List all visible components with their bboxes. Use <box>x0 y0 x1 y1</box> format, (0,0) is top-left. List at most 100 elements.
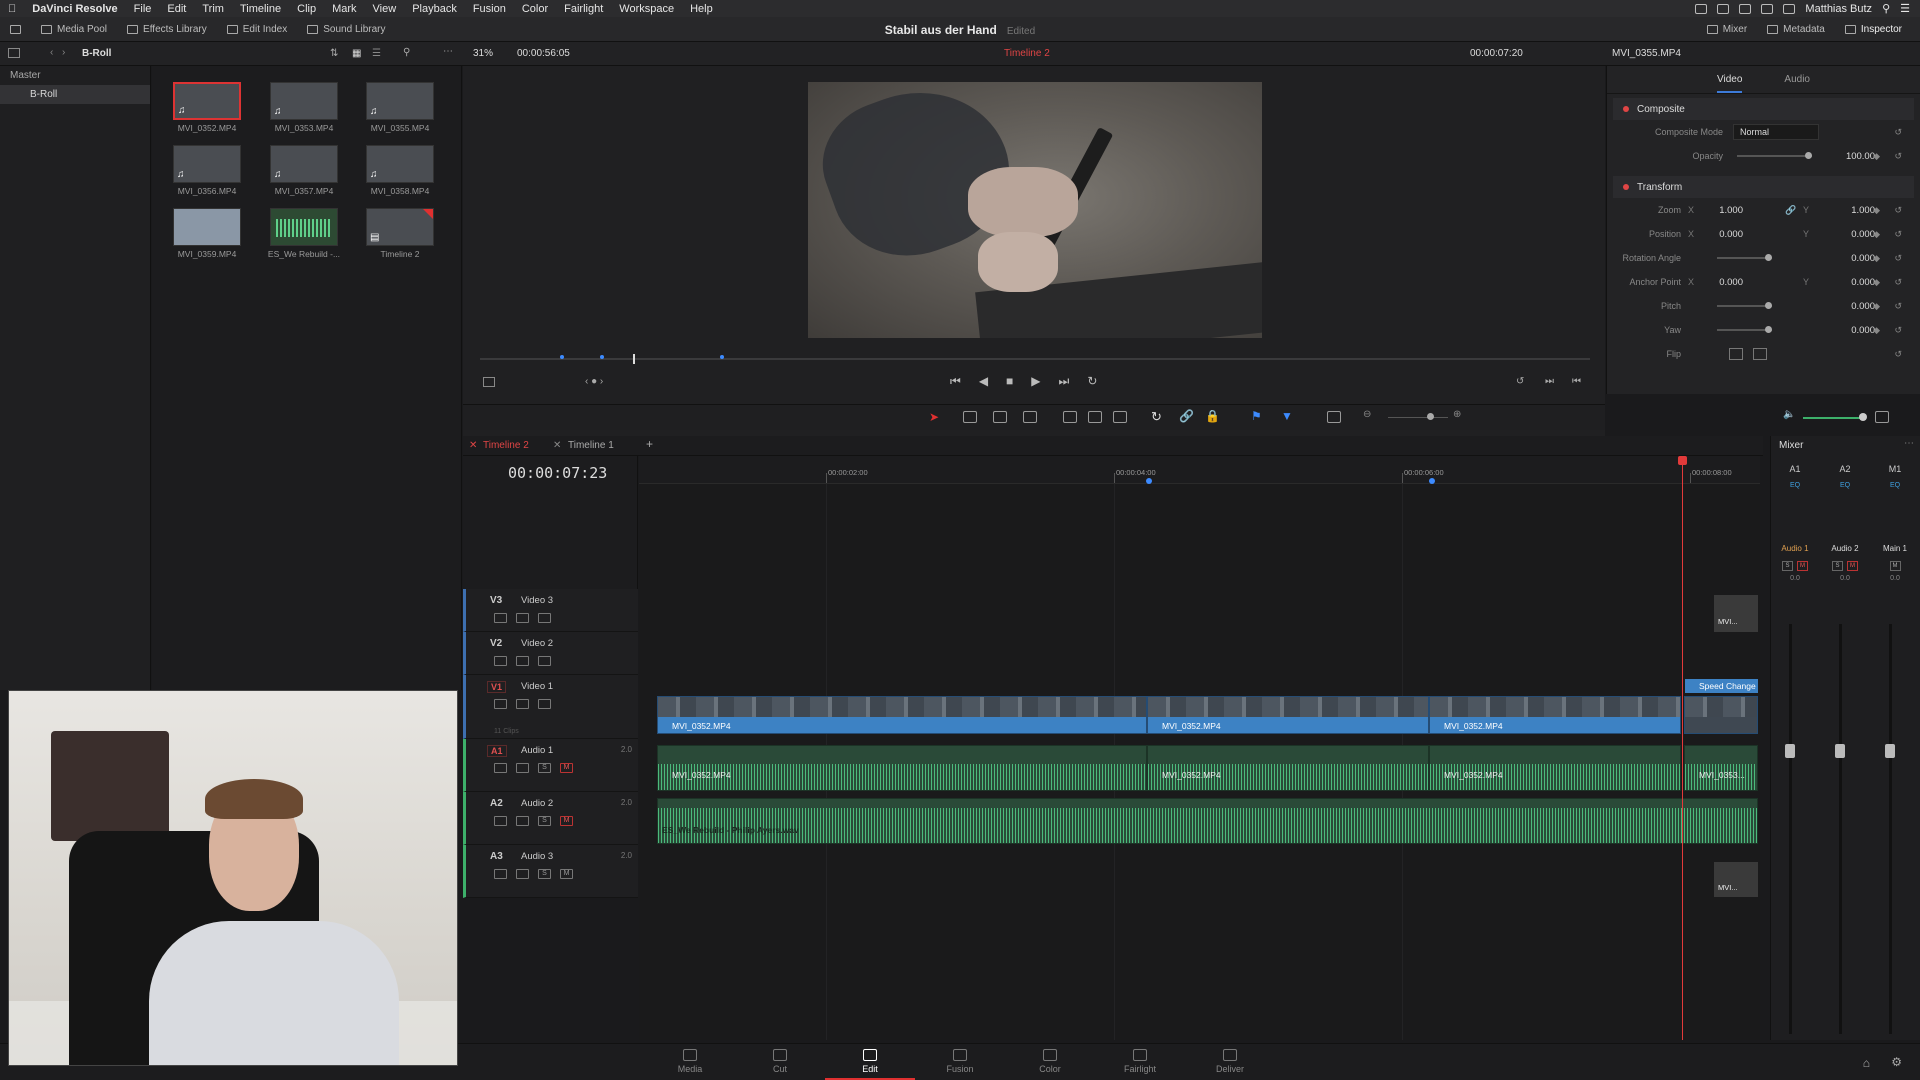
a3-clip[interactable]: MVI... <box>1714 862 1758 897</box>
track-header-a2[interactable]: A2 Audio 2 2.0 SM <box>463 792 638 845</box>
timeline-timecode[interactable]: 00:00:07:23 <box>508 464 607 482</box>
flip-vertical-icon[interactable] <box>1753 348 1767 360</box>
auto-select-icon[interactable] <box>516 699 529 709</box>
page-deliver[interactable]: Deliver <box>1185 1047 1275 1074</box>
composite-mode-dropdown[interactable]: Normal <box>1733 124 1819 140</box>
audio-clip[interactable]: MVI_0352.MP4 <box>657 745 1147 791</box>
reset-icon[interactable]: ↺ <box>1894 127 1902 138</box>
dynamic-trim-icon[interactable] <box>993 411 1007 423</box>
channel-name[interactable]: Audio 1 <box>1775 544 1815 553</box>
channel-fader[interactable] <box>1839 624 1842 1034</box>
lock-icon[interactable] <box>494 699 507 709</box>
back-icon[interactable]: ‹ <box>50 47 53 58</box>
keyframe-icon[interactable]: ◆ <box>1873 205 1880 216</box>
track-name[interactable]: Audio 2 <box>521 798 553 809</box>
go-to-end-icon[interactable]: ⏭ <box>1059 374 1070 389</box>
eq-indicator[interactable]: EQ <box>1775 482 1815 489</box>
zoom-slider[interactable] <box>1388 417 1448 418</box>
insert-clip-icon[interactable] <box>1063 411 1077 423</box>
track-name[interactable]: Audio 1 <box>521 745 553 756</box>
flag-icon[interactable]: ⚑ <box>1251 409 1262 423</box>
menu-workspace[interactable]: Workspace <box>611 3 682 15</box>
keyframe-icon[interactable]: ◆ <box>1873 229 1880 240</box>
overwrite-clip-icon[interactable] <box>1088 411 1102 423</box>
video-clip[interactable]: MVI_0352.MP4 <box>1429 696 1681 734</box>
reset-icon[interactable]: ↺ <box>1894 325 1902 336</box>
track-header-a3[interactable]: A3 Audio 3 2.0 SM <box>463 845 638 898</box>
music-clip[interactable]: ES_We Rebuild - Philip Ayers.wav <box>657 798 1758 844</box>
anchor-x-value[interactable]: 0.000 <box>1697 277 1743 288</box>
speed-change-label[interactable]: Speed Change <box>1685 679 1758 693</box>
page-color[interactable]: Color <box>1005 1047 1095 1074</box>
cloud-icon[interactable] <box>1717 3 1730 14</box>
reset-icon[interactable]: ↺ <box>1894 253 1902 264</box>
viewer-scrubber[interactable] <box>480 354 1590 364</box>
menu-timeline[interactable]: Timeline <box>232 3 289 15</box>
keyframe-icon[interactable]: ◆ <box>1873 151 1880 162</box>
timeline-thumbnail[interactable]: ▤ Timeline 2 <box>361 208 439 266</box>
clip-thumbnail[interactable]: ♫ MVI_0356.MP4 <box>168 145 246 203</box>
track-visibility-icon[interactable] <box>538 613 551 623</box>
forward-icon[interactable]: › <box>62 47 65 58</box>
track-tag[interactable]: V1 <box>487 681 507 693</box>
viewer-zoom[interactable]: 31% <box>473 48 493 59</box>
zoom-y-value[interactable]: 1.000 <box>1829 205 1875 216</box>
track-visibility-icon[interactable] <box>538 699 551 709</box>
edit-index-button[interactable]: Edit Index <box>217 17 297 41</box>
app-menu[interactable]: DaVinci Resolve <box>24 3 125 15</box>
tab-video[interactable]: Video <box>1717 74 1743 93</box>
volume-slider-knob[interactable] <box>1859 413 1867 421</box>
clip-thumbnail[interactable]: ♫ MVI_0353.MP4 <box>265 82 343 140</box>
solo-button[interactable]: S <box>1782 561 1793 571</box>
enable-dot[interactable] <box>1623 184 1629 190</box>
reset-icon[interactable]: ↺ <box>1894 277 1902 288</box>
add-tab-icon[interactable]: + <box>646 437 653 451</box>
track-header-v1[interactable]: V1 Video 1 11 Clips <box>463 675 638 739</box>
zoom-fit-icon[interactable] <box>1327 411 1341 423</box>
lock-icon[interactable] <box>494 763 507 773</box>
play-icon[interactable]: ▶ <box>1031 374 1040 389</box>
page-media[interactable]: Media <box>645 1047 735 1074</box>
track-header-v3[interactable]: V3 Video 3 <box>463 589 638 632</box>
volume-icon[interactable]: 🔈 <box>1783 409 1795 420</box>
replace-clip-icon[interactable] <box>1113 411 1127 423</box>
track-name[interactable]: Video 1 <box>521 681 553 692</box>
tab-audio[interactable]: Audio <box>1784 74 1810 85</box>
channel-name[interactable]: Audio 2 <box>1825 544 1865 553</box>
audio-clip-thumbnail[interactable]: ES_We Rebuild -... <box>265 208 343 266</box>
menu-color[interactable]: Color <box>514 3 556 15</box>
mixer-options-icon[interactable]: ⋯ <box>1904 438 1914 449</box>
control-center-icon[interactable]: ☰ <box>1900 2 1910 15</box>
selection-tool-icon[interactable]: ➤ <box>929 410 939 424</box>
marker-dot[interactable] <box>720 355 724 359</box>
layout-icon[interactable] <box>8 48 20 58</box>
sort-icon[interactable]: ⇅ <box>330 48 338 59</box>
play-reverse-icon[interactable]: ◀ <box>979 374 988 389</box>
search-clips-icon[interactable]: ⚲ <box>403 47 410 58</box>
user-name[interactable]: Matthias Butz <box>1805 3 1872 15</box>
track-header-a1[interactable]: A1 Audio 1 2.0 SM <box>463 739 638 792</box>
mute-button[interactable]: M <box>1847 561 1858 571</box>
lock-icon[interactable] <box>494 656 507 666</box>
mute-button[interactable]: M <box>560 763 573 773</box>
v3-clip[interactable]: MVI... <box>1714 595 1758 632</box>
close-tab-icon[interactable]: ✕ <box>469 440 477 451</box>
enable-dot[interactable] <box>1623 106 1629 112</box>
zoom-in-icon[interactable]: ⊕ <box>1453 409 1461 420</box>
keyframe-icon[interactable]: ◆ <box>1873 277 1880 288</box>
track-tag[interactable]: A1 <box>487 745 507 757</box>
clip-thumbnail[interactable]: ♫ MVI_0352.MP4 <box>168 82 246 140</box>
lock-icon[interactable] <box>494 869 507 879</box>
trim-tool-icon[interactable] <box>963 411 977 423</box>
mixer-button[interactable]: Mixer <box>1697 17 1757 42</box>
next-edit-icon[interactable]: ⏭ <box>1545 376 1554 387</box>
settings-icon[interactable]: ⚙ <box>1891 1055 1902 1069</box>
clip-thumbnail[interactable]: ♫ MVI_0358.MP4 <box>361 145 439 203</box>
tab-timeline-2[interactable]: Timeline 2 <box>483 440 529 451</box>
snapping-icon[interactable]: ↻ <box>1151 409 1162 425</box>
screen-icon[interactable] <box>1695 3 1708 14</box>
match-frame-icon[interactable]: ↺ <box>1516 376 1524 387</box>
fader-knob[interactable] <box>1835 744 1845 758</box>
reset-icon[interactable]: ↺ <box>1894 301 1902 312</box>
eq-indicator[interactable]: EQ <box>1825 482 1865 489</box>
